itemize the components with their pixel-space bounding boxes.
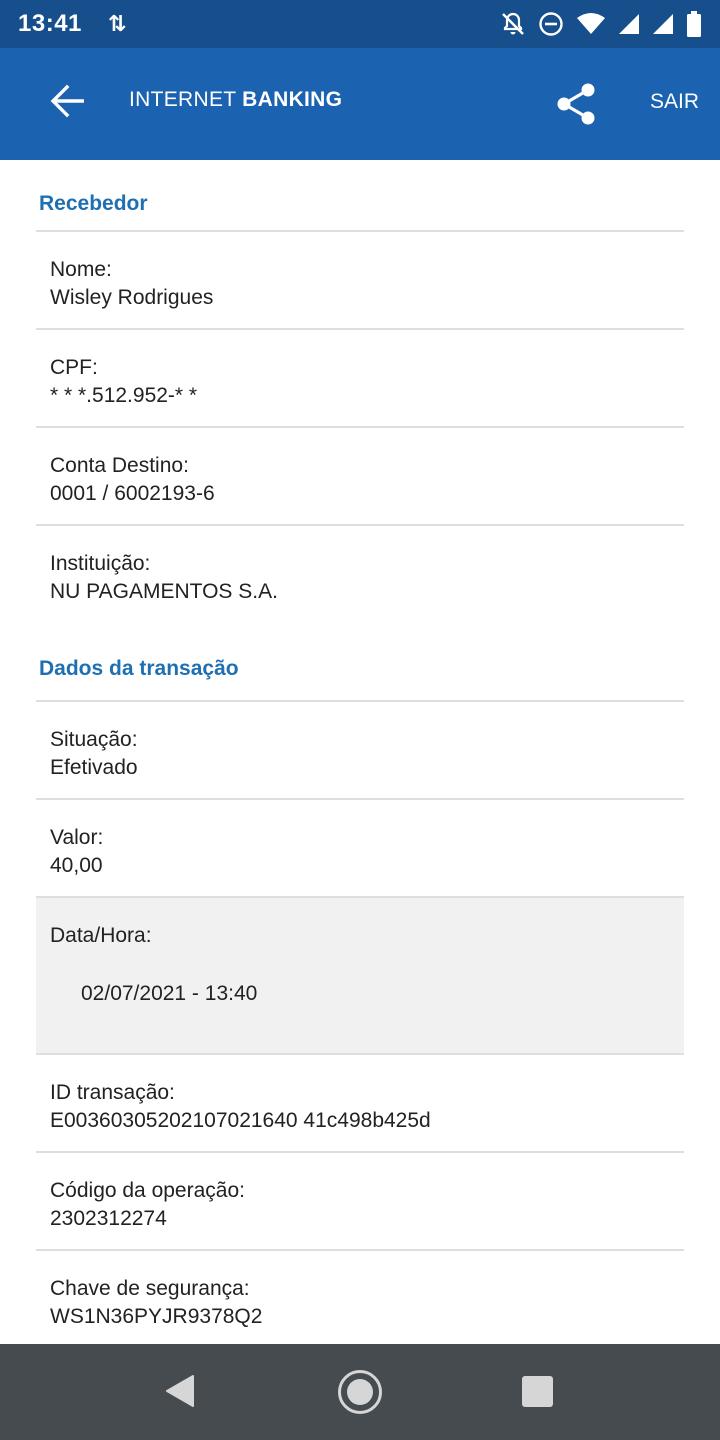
receiver-list: Nome: Wisley Rodrigues CPF: * * *.512.95…: [36, 230, 684, 629]
row-label: Valor:: [50, 826, 104, 849]
title-bold: BANKING: [242, 88, 343, 111]
row-value: E00360305202107021640 41c498b425d: [50, 1109, 431, 1132]
share-icon: [557, 83, 595, 125]
row-value: * * *.512.952-* *: [50, 384, 198, 407]
battery-icon: [687, 11, 701, 37]
row-value: NU PAGAMENTOS S.A.: [50, 580, 278, 603]
row-label: Situação:: [50, 728, 138, 751]
row-label: Nome:: [50, 258, 112, 281]
row-label: Instituição:: [50, 552, 151, 575]
row-cpf: CPF: * * *.512.952-* *: [36, 328, 684, 426]
nav-back-button[interactable]: [164, 1374, 196, 1413]
transaction-list: Situação: Efetivado Valor: 40,00 Data/Ho…: [36, 700, 684, 1344]
share-button[interactable]: [554, 81, 598, 127]
row-label: Data/Hora:: [50, 924, 152, 947]
row-value: Efetivado: [50, 756, 138, 779]
status-icons: [500, 11, 702, 37]
row-security-key: Chave de segurança: WS1N36PYJR9378Q2: [36, 1249, 684, 1344]
section-title-transaction: Dados da transação: [39, 657, 239, 680]
signal-icon: [619, 14, 639, 34]
signal-icon-2: [653, 14, 673, 34]
app-bar: INTERNET BANKING SAIR: [0, 48, 720, 160]
row-value: Wisley Rodrigues: [50, 286, 214, 309]
row-label: ID transação:: [50, 1081, 175, 1104]
section-title-receiver: Recebedor: [39, 192, 148, 215]
arrow-back-icon: [50, 84, 84, 118]
row-destination-account: Conta Destino: 0001 / 6002193-6: [36, 426, 684, 524]
title-regular: INTERNET: [129, 88, 237, 111]
receipt-content[interactable]: Recebedor Nome: Wisley Rodrigues CPF: * …: [0, 160, 720, 1344]
row-value: 02/07/2021 - 13:40: [81, 982, 258, 1005]
row-value: WS1N36PYJR9378Q2: [50, 1305, 263, 1328]
status-bar: 13:41 ⇅: [0, 0, 720, 48]
row-amount: Valor: 40,00: [36, 798, 684, 896]
row-value: 2302312274: [50, 1207, 167, 1230]
row-date-time: Data/Hora: 02/07/2021 - 13:40: [36, 896, 684, 1053]
row-value: 40,00: [50, 854, 103, 877]
row-transaction-id: ID transação: E00360305202107021640 41c4…: [36, 1053, 684, 1151]
page-title: INTERNET BANKING: [129, 88, 342, 112]
status-time: 13:41: [18, 10, 82, 37]
exit-button[interactable]: SAIR: [650, 90, 699, 114]
row-status: Situação: Efetivado: [36, 700, 684, 798]
nav-recent-apps-button[interactable]: [522, 1376, 553, 1407]
wifi-icon: [577, 13, 605, 34]
row-label: Conta Destino:: [50, 454, 189, 477]
system-nav-bar: [0, 1344, 720, 1440]
row-label: CPF:: [50, 356, 98, 379]
data-transfer-icon: ⇅: [107, 11, 127, 36]
circle-home-icon: [338, 1370, 382, 1414]
back-button[interactable]: [50, 84, 94, 124]
row-label: Chave de segurança:: [50, 1277, 250, 1300]
row-value: 0001 / 6002193-6: [50, 482, 215, 505]
do-not-disturb-icon: [539, 12, 563, 36]
row-operation-code: Código da operação: 2302312274: [36, 1151, 684, 1249]
row-institution: Instituição: NU PAGAMENTOS S.A.: [36, 524, 684, 629]
nav-home-button[interactable]: [336, 1368, 384, 1421]
notifications-off-icon: [502, 12, 524, 35]
row-label: Código da operação:: [50, 1179, 245, 1202]
triangle-back-icon: [166, 1375, 194, 1407]
row-name: Nome: Wisley Rodrigues: [36, 230, 684, 328]
